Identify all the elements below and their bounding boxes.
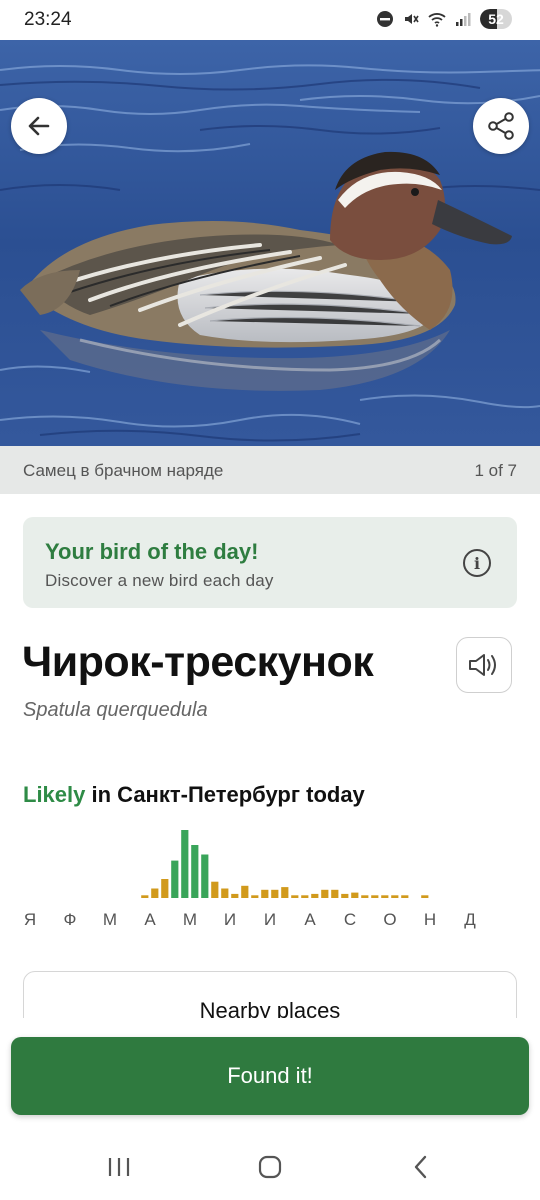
back-button[interactable] bbox=[11, 98, 67, 154]
chart-bar bbox=[371, 895, 379, 898]
found-it-label: Found it! bbox=[227, 1063, 313, 1088]
share-icon bbox=[488, 112, 514, 140]
month-label: А bbox=[144, 910, 156, 929]
chart-bar bbox=[421, 895, 429, 898]
month-label: О bbox=[383, 910, 397, 929]
chart-bar bbox=[301, 895, 309, 898]
seasonality-chart bbox=[141, 830, 429, 898]
likelihood-status: Likely bbox=[23, 782, 86, 807]
chart-bar bbox=[161, 879, 169, 898]
chart-bar bbox=[241, 885, 249, 898]
month-label: И bbox=[263, 910, 277, 929]
info-icon[interactable]: i bbox=[463, 549, 491, 577]
signal-icon bbox=[456, 13, 471, 26]
status-time: 23:24 bbox=[24, 9, 72, 30]
chart-bar bbox=[221, 888, 229, 898]
chart-bar bbox=[401, 895, 409, 898]
month-label: И bbox=[223, 910, 237, 929]
chart-bar bbox=[191, 845, 199, 898]
chart-bar bbox=[151, 888, 159, 898]
chart-bar bbox=[261, 889, 269, 898]
photo-caption-bar: Самец в брачном наряде 1 of 7 bbox=[0, 446, 540, 494]
bird-photo[interactable] bbox=[0, 40, 540, 446]
arrow-left-icon bbox=[28, 116, 50, 136]
photo-counter: 1 of 7 bbox=[474, 461, 517, 480]
system-nav-bar bbox=[0, 1130, 540, 1200]
chart-bar bbox=[141, 895, 149, 898]
month-label: Д bbox=[464, 910, 476, 929]
bird-detail-screen: 23:24 52 Самец в брачном наряде 1 of 7 Y… bbox=[0, 0, 540, 1200]
wifi-icon bbox=[428, 13, 446, 27]
month-label: С bbox=[343, 910, 357, 929]
chart-bar bbox=[181, 830, 189, 898]
bird-of-day-subtitle: Discover a new bird each day bbox=[45, 571, 274, 590]
likelihood-heading: Likely in Санкт-Петербург today bbox=[23, 782, 365, 808]
chart-bar bbox=[331, 889, 339, 898]
bird-scientific-name: Spatula querquedula bbox=[23, 699, 208, 721]
status-bar: 23:24 52 bbox=[0, 0, 540, 40]
chart-bar bbox=[361, 895, 369, 898]
chart-bar bbox=[231, 893, 239, 898]
chart-bar bbox=[291, 895, 299, 898]
home-icon bbox=[258, 1155, 282, 1179]
chart-bar bbox=[201, 854, 209, 898]
chart-bar bbox=[381, 895, 389, 898]
photo-caption: Самец в брачном наряде bbox=[23, 461, 224, 480]
status-icons: 52 bbox=[376, 9, 512, 29]
bird-common-name: Чирок-трескунок bbox=[22, 638, 374, 686]
share-button[interactable] bbox=[473, 98, 529, 154]
garganey-duck-photo bbox=[0, 40, 540, 446]
bird-of-the-day-card: Your bird of the day! Discover a new bir… bbox=[23, 517, 517, 608]
chart-bar bbox=[251, 895, 259, 898]
found-it-button[interactable]: Found it! bbox=[11, 1037, 529, 1115]
battery-icon: 52 bbox=[480, 9, 512, 29]
month-label: Н bbox=[423, 910, 437, 929]
month-label: Ф bbox=[63, 910, 77, 929]
chart-bar bbox=[281, 887, 289, 898]
chart-bar bbox=[351, 892, 359, 898]
home-button[interactable] bbox=[255, 1152, 285, 1182]
chart-bar bbox=[271, 889, 279, 898]
play-sound-button[interactable] bbox=[456, 637, 512, 693]
chart-bar bbox=[211, 881, 219, 898]
likelihood-location: in Санкт-Петербург today bbox=[91, 782, 365, 807]
recents-button[interactable] bbox=[104, 1152, 134, 1182]
mute-icon bbox=[405, 14, 419, 24]
nav-back-icon bbox=[414, 1155, 427, 1179]
month-label: Я bbox=[23, 910, 37, 929]
month-label: М bbox=[182, 910, 198, 929]
nav-back-button[interactable] bbox=[406, 1152, 436, 1182]
chart-bar bbox=[391, 895, 399, 898]
chart-bar bbox=[171, 860, 179, 898]
chart-bar bbox=[311, 893, 319, 898]
month-label: М bbox=[102, 910, 118, 929]
chart-bar bbox=[321, 889, 329, 898]
battery-level: 52 bbox=[488, 11, 504, 27]
speaker-icon bbox=[469, 654, 496, 676]
month-axis: ЯФМАМИИАСОНД bbox=[20, 910, 500, 934]
recents-icon bbox=[108, 1158, 130, 1176]
month-label: А bbox=[304, 910, 316, 929]
bird-of-day-title: Your bird of the day! bbox=[45, 539, 259, 564]
chart-bar bbox=[341, 893, 349, 898]
content-fade bbox=[0, 1018, 540, 1038]
do-not-disturb-icon bbox=[377, 11, 393, 27]
